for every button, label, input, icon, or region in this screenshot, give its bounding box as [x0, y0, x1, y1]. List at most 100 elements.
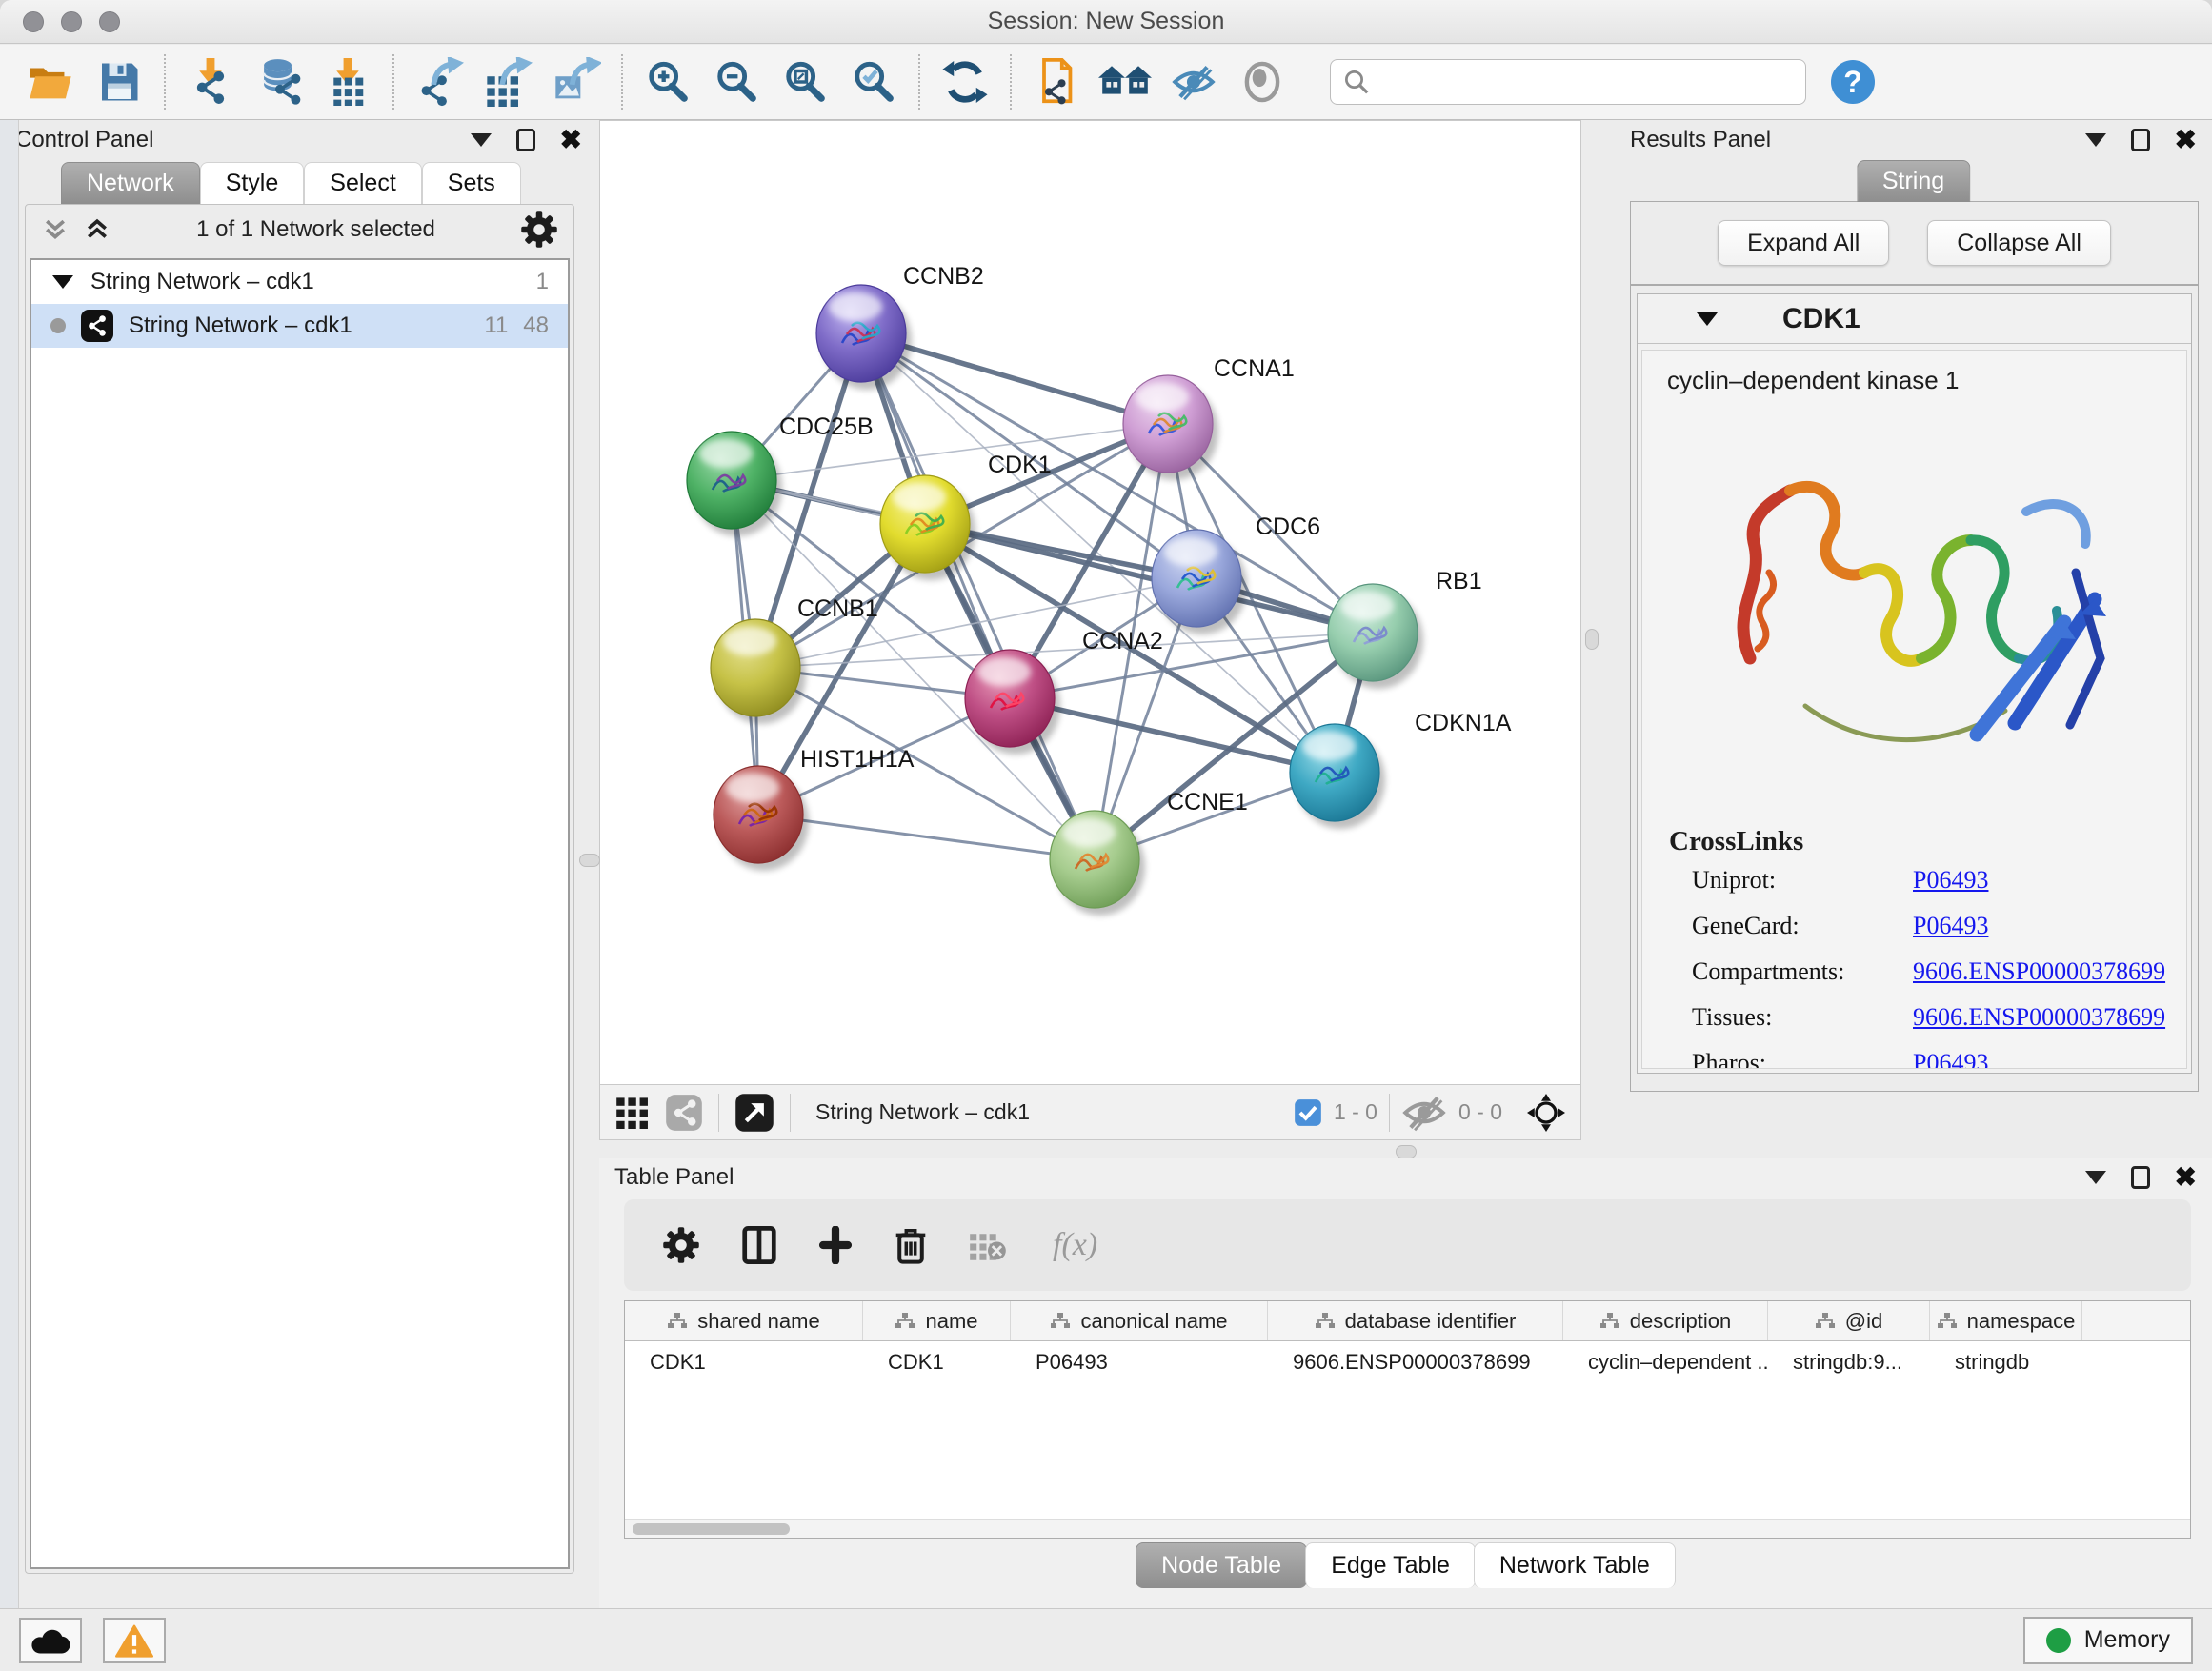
- panel-float-icon[interactable]: [2131, 129, 2150, 151]
- delete-column-icon[interactable]: [895, 1226, 927, 1264]
- share-document-button[interactable]: [1027, 52, 1086, 111]
- export-table-button[interactable]: [478, 52, 537, 111]
- control-panel-tabs: NetworkStyleSelectSets: [61, 162, 521, 204]
- crosslink-link[interactable]: P06493: [1913, 866, 1988, 895]
- crosslink-link[interactable]: 9606.ENSP00000378699: [1913, 1003, 2165, 1032]
- panel-menu-icon[interactable]: [471, 133, 492, 147]
- node-table[interactable]: shared namenamecanonical namedatabase id…: [624, 1300, 2191, 1539]
- gear-icon[interactable]: [520, 211, 558, 249]
- column-header--id[interactable]: @id: [1768, 1301, 1930, 1340]
- network-collection-row[interactable]: String Network – cdk1 1: [31, 260, 568, 304]
- gene-section-header[interactable]: CDK1: [1638, 294, 2191, 344]
- panel-close-icon[interactable]: ✖: [2175, 127, 2197, 153]
- column-header-canonical-name[interactable]: canonical name: [1011, 1301, 1268, 1340]
- column-header-name[interactable]: name: [863, 1301, 1011, 1340]
- tab-select[interactable]: Select: [304, 162, 421, 204]
- crosslink-link[interactable]: P06493: [1913, 912, 1988, 940]
- export-image-button[interactable]: [547, 52, 606, 111]
- network-selected-text: 1 of 1 Network selected: [125, 216, 507, 243]
- hide-selected-button[interactable]: [1164, 52, 1223, 111]
- right-splitter-handle[interactable]: [1585, 629, 1599, 650]
- column-header-namespace[interactable]: namespace: [1930, 1301, 2082, 1340]
- panel-float-icon[interactable]: [516, 129, 535, 151]
- string-network-graph[interactable]: CCNB2CCNA1CDC25BCDK1CDC6RB1CCNB1CCNA2CDK…: [600, 121, 1580, 1085]
- zoom-fit-button[interactable]: [775, 52, 835, 111]
- collapse-all-button[interactable]: Collapse All: [1927, 220, 2111, 266]
- gear-icon[interactable]: [662, 1226, 700, 1264]
- tab-node-table[interactable]: Node Table: [1136, 1542, 1307, 1588]
- open-in-window-icon[interactable]: [734, 1093, 774, 1133]
- panel-menu-icon[interactable]: [2085, 133, 2106, 147]
- disclosure-triangle-icon[interactable]: [50, 272, 75, 292]
- tab-string[interactable]: String: [1857, 160, 1970, 202]
- zoom-out-button[interactable]: [707, 52, 766, 111]
- add-column-icon[interactable]: [818, 1226, 853, 1264]
- panel-close-icon[interactable]: ✖: [2175, 1164, 2197, 1191]
- column-header-database-identifier[interactable]: database identifier: [1268, 1301, 1563, 1340]
- scrollbar-thumb[interactable]: [633, 1523, 790, 1535]
- node-label-CCNE1: CCNE1: [1167, 789, 1248, 815]
- zoom-in-button[interactable]: [638, 52, 697, 111]
- import-table-button[interactable]: [318, 52, 377, 111]
- show-columns-icon[interactable]: [742, 1226, 776, 1264]
- expand-all-button[interactable]: Expand All: [1718, 220, 1889, 266]
- search-input[interactable]: [1371, 69, 1794, 95]
- show-all-button[interactable]: [1233, 52, 1292, 111]
- panel-close-icon[interactable]: ✖: [560, 127, 582, 153]
- edge-CCNB2-CCNE1[interactable]: [861, 333, 1095, 859]
- refresh-button[interactable]: [935, 52, 995, 111]
- node-CCNA2[interactable]: CCNA2: [965, 628, 1163, 755]
- node-CCNE1[interactable]: CCNE1: [1050, 789, 1248, 916]
- show-all-icon: [1241, 61, 1283, 103]
- node-CCNB1[interactable]: CCNB1: [711, 595, 878, 724]
- collapse-all-icon[interactable]: [41, 215, 70, 244]
- network-canvas[interactable]: CCNB2CCNA1CDC25BCDK1CDC6RB1CCNB1CCNA2CDK…: [600, 121, 1580, 1085]
- crosslink-label: Compartments:: [1692, 957, 1913, 986]
- tab-network-table[interactable]: Network Table: [1474, 1542, 1676, 1588]
- selected-checkbox-icon[interactable]: [1294, 1098, 1322, 1127]
- panel-float-icon[interactable]: [2131, 1166, 2150, 1189]
- export-network-button[interactable]: [410, 52, 469, 111]
- horizontal-scrollbar[interactable]: [625, 1519, 2190, 1538]
- tab-edge-table[interactable]: Edge Table: [1305, 1542, 1476, 1588]
- disclosure-triangle-icon[interactable]: [1695, 309, 1719, 330]
- bottom-splitter-handle[interactable]: [1396, 1145, 1417, 1158]
- table-cell: P06493: [1011, 1341, 1268, 1383]
- node-CDKN1A[interactable]: CDKN1A: [1290, 710, 1512, 829]
- tab-sets[interactable]: Sets: [422, 162, 521, 204]
- search-box[interactable]: [1330, 59, 1806, 105]
- left-splitter-handle[interactable]: [579, 854, 600, 867]
- column-header-description[interactable]: description: [1563, 1301, 1768, 1340]
- crosslink-link[interactable]: P06493: [1913, 1049, 1988, 1069]
- table-panel-title: Table Panel: [614, 1164, 734, 1191]
- zoom-selected-button[interactable]: [844, 52, 903, 111]
- cloud-button[interactable]: [19, 1618, 82, 1663]
- node-label-HIST1H1A: HIST1H1A: [800, 746, 915, 773]
- expand-all-icon[interactable]: [83, 215, 111, 244]
- node-label-CCNA1: CCNA1: [1214, 355, 1295, 382]
- warnings-button[interactable]: [103, 1618, 166, 1663]
- table-row[interactable]: CDK1CDK1P064939606.ENSP00000378699cyclin…: [625, 1341, 2190, 1383]
- node-CCNA1[interactable]: CCNA1: [1123, 355, 1295, 480]
- column-header-shared-name[interactable]: shared name: [625, 1301, 863, 1340]
- birdseye-icon[interactable]: [615, 1097, 650, 1129]
- node-RB1[interactable]: RB1: [1328, 568, 1482, 689]
- node-CCNB2[interactable]: CCNB2: [816, 263, 984, 390]
- network-row[interactable]: String Network – cdk1 11 48: [31, 304, 568, 348]
- share-view-icon[interactable]: [665, 1094, 703, 1132]
- open-session-button[interactable]: [21, 52, 80, 111]
- refresh-icon: [941, 58, 989, 106]
- tab-style[interactable]: Style: [200, 162, 305, 204]
- crosslink-link[interactable]: 9606.ENSP00000378699: [1913, 957, 2165, 986]
- node-HIST1H1A[interactable]: HIST1H1A: [714, 746, 915, 871]
- memory-button[interactable]: Memory: [2023, 1617, 2193, 1664]
- import-database-button[interactable]: [250, 52, 309, 111]
- import-network-button[interactable]: [181, 52, 240, 111]
- tab-network[interactable]: Network: [61, 162, 200, 204]
- hidden-eye-icon[interactable]: [1401, 1092, 1447, 1134]
- network-home-button[interactable]: [1096, 52, 1155, 111]
- save-session-button[interactable]: [90, 52, 149, 111]
- crosshair-icon[interactable]: [1527, 1094, 1565, 1132]
- help-button[interactable]: ?: [1831, 60, 1875, 104]
- panel-menu-icon[interactable]: [2085, 1171, 2106, 1184]
